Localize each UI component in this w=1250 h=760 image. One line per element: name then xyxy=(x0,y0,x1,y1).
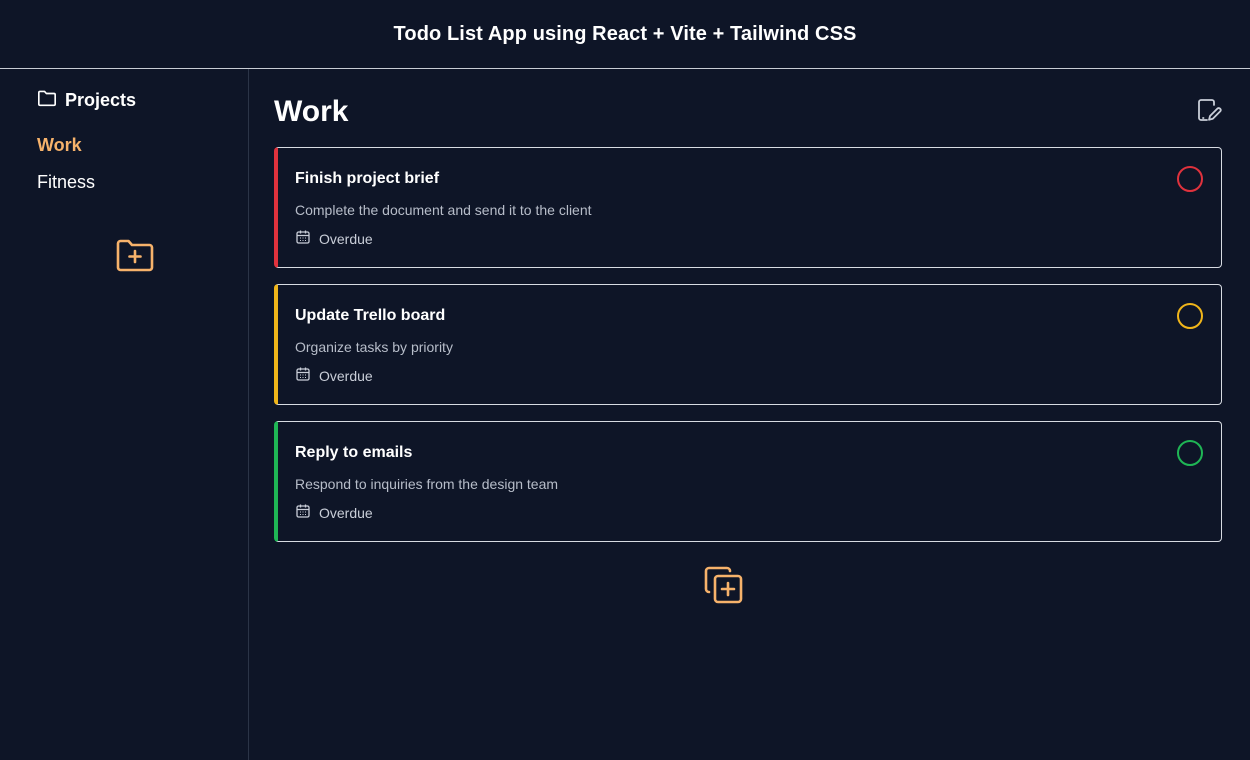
add-project-button[interactable] xyxy=(115,239,155,277)
project-item-work[interactable]: Work xyxy=(37,134,248,171)
sidebar: Projects Work Fitness xyxy=(0,69,249,760)
task-complete-toggle[interactable] xyxy=(1177,303,1203,329)
copy-plus-icon xyxy=(703,564,745,611)
task-date-label: Overdue xyxy=(319,367,373,384)
folder-plus-icon xyxy=(115,238,155,279)
edit-project-button[interactable] xyxy=(1194,96,1224,128)
app-header: Todo List App using React + Vite + Tailw… xyxy=(0,0,1250,69)
task-complete-toggle[interactable] xyxy=(1177,440,1203,466)
projects-heading-label: Projects xyxy=(65,89,137,110)
task-date-label: Overdue xyxy=(319,230,373,247)
task-card[interactable]: Update Trello board Organize tasks by pr… xyxy=(274,284,1222,405)
file-edit-icon xyxy=(1196,96,1222,129)
task-card[interactable]: Reply to emails Respond to inquiries fro… xyxy=(274,421,1222,542)
task-description: Organize tasks by priority xyxy=(295,339,453,355)
app-title: Todo List App using React + Vite + Tailw… xyxy=(393,22,857,45)
main-header: Work xyxy=(274,69,1222,147)
add-task-button[interactable] xyxy=(702,565,746,609)
project-title: Work xyxy=(274,95,349,128)
task-title: Update Trello board xyxy=(295,307,446,324)
task-complete-toggle[interactable] xyxy=(1177,166,1203,192)
calendar-icon xyxy=(295,366,311,385)
task-due-date: Overdue xyxy=(295,503,1203,522)
task-card[interactable]: Finish project brief Complete the docume… xyxy=(274,147,1222,268)
task-due-date: Overdue xyxy=(295,366,1203,385)
folder-icon xyxy=(37,89,57,112)
task-description: Respond to inquiries from the design tea… xyxy=(295,476,559,492)
task-title: Reply to emails xyxy=(295,444,413,461)
project-item-fitness[interactable]: Fitness xyxy=(37,171,248,208)
calendar-icon xyxy=(295,229,311,248)
task-due-date: Overdue xyxy=(295,229,1203,248)
task-date-label: Overdue xyxy=(319,504,373,521)
app-layout: Projects Work Fitness Work Finish projec… xyxy=(0,69,1250,760)
calendar-icon xyxy=(295,503,311,522)
task-title: Finish project brief xyxy=(295,170,440,187)
projects-heading: Projects xyxy=(37,89,248,111)
main-content: Work Finish project brief Complete the d… xyxy=(249,69,1250,760)
task-description: Complete the document and send it to the… xyxy=(295,202,592,218)
project-list: Work Fitness xyxy=(37,134,248,208)
